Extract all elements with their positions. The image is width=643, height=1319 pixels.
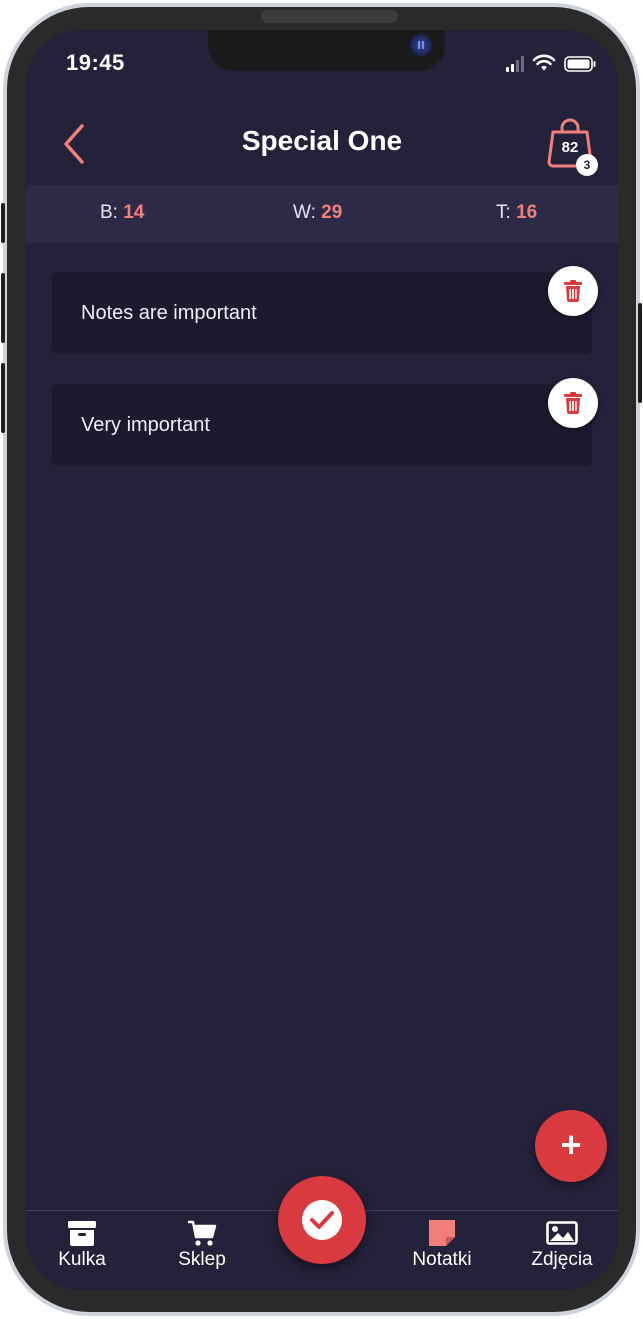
stat-w: W: 29 [293,202,342,224]
stat-value: 16 [516,202,538,223]
tab-label: Notatki [412,1249,472,1270]
note-text: Notes are important [81,302,257,324]
check-icon [310,1211,334,1229]
stat-label: T: [496,202,511,223]
wifi-icon [532,54,556,71]
tab-label: Sklep [178,1249,226,1270]
speaker-slot [261,10,398,23]
volume-up-button [1,273,5,343]
stat-value: 14 [123,202,145,223]
page-title: Special One [241,125,403,156]
app-screen: 19:45 Special One 82 3 B: 14 W: 29 T: 16… [26,30,618,1290]
status-time: 19:45 [66,50,125,75]
complete-button[interactable] [278,1176,366,1264]
add-note-button[interactable]: + [535,1110,607,1182]
battery-icon [564,56,596,72]
stat-value: 29 [321,202,343,223]
tab-kulka[interactable]: Kulka [32,1219,132,1271]
image-icon [546,1221,578,1245]
tab-label: Zdjęcia [531,1249,593,1270]
stat-t: T: 16 [496,202,537,224]
check-circle-icon [302,1200,342,1240]
tab-label: Kulka [58,1249,106,1270]
tab-notatki[interactable]: Notatki [392,1219,492,1271]
tab-sklep[interactable]: Sklep [152,1219,252,1271]
sticky-note-icon [429,1220,455,1246]
note-card[interactable]: Very important [52,384,592,466]
status-icons [506,54,596,72]
stat-label: W: [293,202,316,223]
mute-switch [1,203,5,243]
trash-icon [564,392,582,414]
camera-icon [410,34,432,56]
notch [208,30,445,71]
cart-icon [188,1220,217,1246]
archive-box-icon [68,1221,96,1246]
note-text: Very important [81,414,210,436]
header: Special One 82 3 [26,110,618,182]
trash-icon [564,280,582,302]
cellular-signal-icon [506,56,524,72]
delete-note-button[interactable] [548,378,598,428]
stat-label: B: [100,202,118,223]
shopping-bag-button[interactable]: 82 3 [546,118,604,176]
stat-b: B: 14 [100,202,144,224]
tab-zdjecia[interactable]: Zdjęcia [512,1219,612,1271]
note-card[interactable]: Notes are important [52,272,592,354]
volume-down-button [1,363,5,433]
stats-bar: B: 14 W: 29 T: 16 [26,185,618,243]
bag-badge: 3 [576,154,598,176]
delete-note-button[interactable] [548,266,598,316]
power-button [638,303,642,403]
plus-icon: + [560,1124,582,1165]
